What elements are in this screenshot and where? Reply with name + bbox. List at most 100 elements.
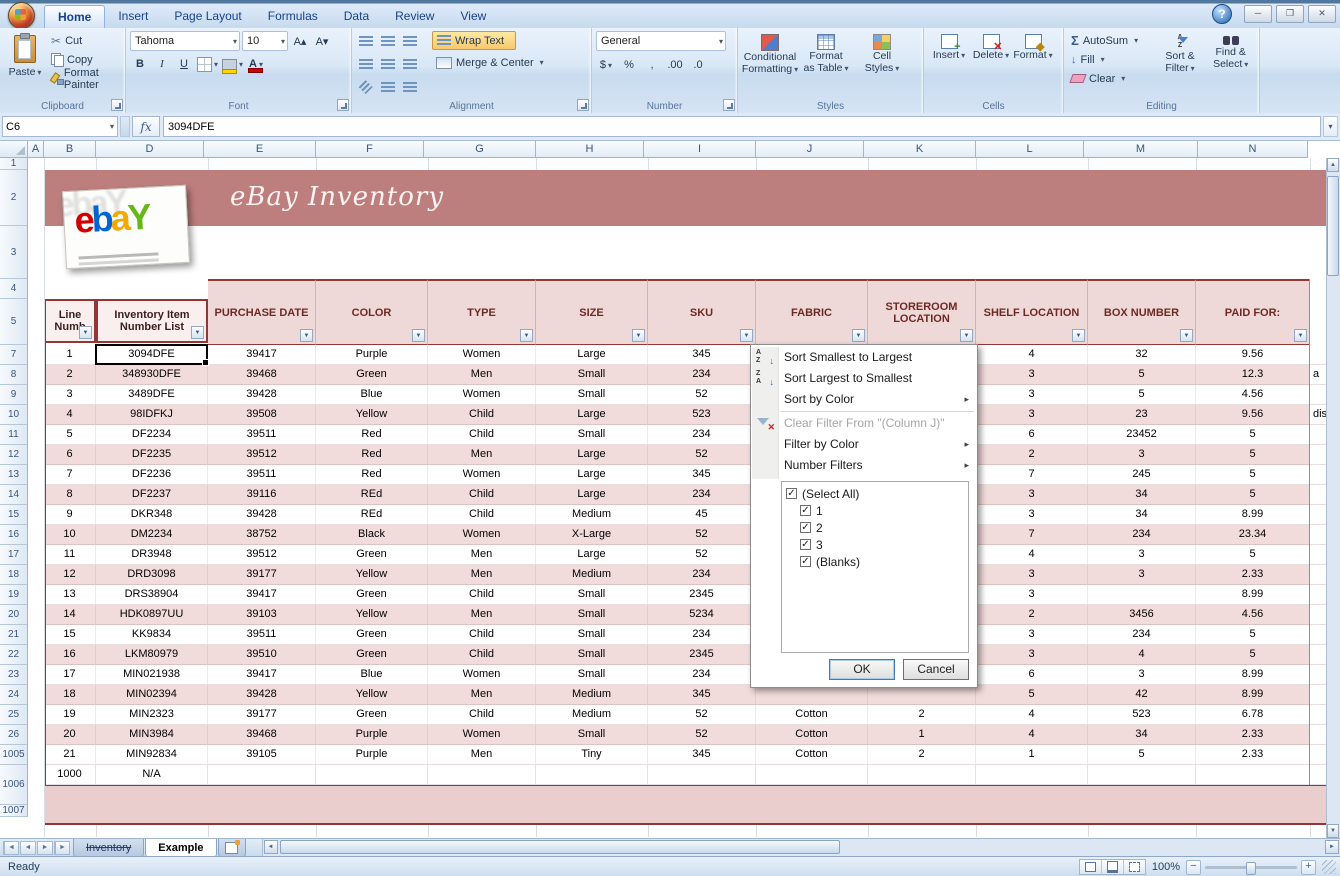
format-as-table-button[interactable]: Format as Table▾ [798,31,854,95]
cell-J23[interactable] [868,685,976,705]
cell-F26[interactable]: Men [428,745,536,765]
zoom-slider-thumb[interactable] [1246,862,1256,875]
filter-button-E[interactable]: ▼ [412,329,425,342]
cell-M15[interactable]: 23.34 [1196,525,1310,545]
cell-C24[interactable]: MIN2323 [96,705,208,725]
cell-N14[interactable] [1310,505,1327,525]
minimize-button[interactable]: ─ [1244,5,1272,23]
cell-N23[interactable] [1310,685,1327,705]
filter-button-J[interactable]: ▼ [960,329,973,342]
cell-D19[interactable]: 39103 [208,605,316,625]
cell-L7[interactable]: 5 [1088,365,1196,385]
cell-F11[interactable]: Men [428,445,536,465]
row-header-13[interactable]: 13 [0,465,28,485]
cell-M17[interactable]: 2.33 [1196,565,1310,585]
cell-E16[interactable]: Green [316,545,428,565]
cell-G21[interactable]: Small [536,645,648,665]
cell-L18[interactable] [1088,585,1196,605]
cell-N17[interactable] [1310,565,1327,585]
row-header-16[interactable]: 16 [0,525,28,545]
sheet-tab-inventory[interactable]: Inventory [73,839,144,857]
increase-indent-button[interactable] [400,77,420,97]
column-header-J[interactable]: J [756,141,864,158]
cell-L19[interactable]: 3456 [1088,605,1196,625]
cell-H22[interactable]: 234 [648,665,756,685]
menu-item-clear-filter-from-column-j[interactable]: ✕Clear Filter From "(Column J)" [752,413,976,434]
row-header-20[interactable]: 20 [0,605,28,625]
cell-L11[interactable]: 3 [1088,445,1196,465]
cell-H6[interactable]: 345 [648,345,756,365]
row-header-4[interactable]: 4 [0,279,28,299]
cell-N24[interactable] [1310,705,1327,725]
row-header-15[interactable]: 15 [0,505,28,525]
cell-G7[interactable]: Small [536,365,648,385]
find-select-button[interactable]: Find & Select▾ [1206,31,1255,95]
fill-button[interactable]: ↓Fill▾ [1068,50,1154,69]
cell-I23[interactable] [756,685,868,705]
row-header-3[interactable]: 3 [0,226,28,279]
row-header-17[interactable]: 17 [0,545,28,565]
cell-H26[interactable]: 345 [648,745,756,765]
sheet-nav-last-button[interactable]: ► [54,841,70,855]
cell-N21[interactable] [1310,645,1327,665]
cell-N15[interactable] [1310,525,1327,545]
row-header-1[interactable]: 1 [0,158,28,170]
cell-B9[interactable]: 4 [44,405,96,425]
view-normal-button[interactable] [1080,860,1102,874]
cell-I26[interactable]: Cotton [756,745,868,765]
cell-M18[interactable]: 8.99 [1196,585,1310,605]
cell-C20[interactable]: KK9834 [96,625,208,645]
filter-value-3[interactable]: ✓3 [800,536,964,553]
filter-cancel-button[interactable]: Cancel [903,659,969,680]
filter-button-B[interactable]: ▼ [79,326,92,339]
fill-color-button[interactable]: ▾ [221,54,244,74]
vertical-scroll-thumb[interactable] [1327,176,1339,276]
merge-center-button[interactable]: Merge & Center▾ [432,53,548,72]
cell-H12[interactable]: 345 [648,465,756,485]
column-header-D[interactable]: D [96,141,204,158]
cell-F16[interactable]: Men [428,545,536,565]
cell-B20[interactable]: 15 [44,625,96,645]
cell-K9[interactable]: 3 [976,405,1088,425]
cell-C13[interactable]: DF2237 [96,485,208,505]
cell-G23[interactable]: Medium [536,685,648,705]
cell-C8[interactable]: 3489DFE [96,385,208,405]
number-format-select[interactable]: General▾ [596,31,726,51]
resize-grip[interactable] [1322,860,1336,874]
cell-M25[interactable]: 2.33 [1196,725,1310,745]
cell-D17[interactable]: 39177 [208,565,316,585]
cell-D6[interactable]: 39417 [208,345,316,365]
align-center-button[interactable] [378,54,398,74]
header-D[interactable]: PURCHASE DATE▼ [208,279,316,345]
cell-G10[interactable]: Small [536,425,648,445]
cell-H10[interactable]: 234 [648,425,756,445]
column-header-A[interactable]: A [28,141,44,158]
cell-H16[interactable]: 52 [648,545,756,565]
cell-L17[interactable]: 3 [1088,565,1196,585]
cell-N19[interactable] [1310,605,1327,625]
filter-button-L[interactable]: ▼ [1180,329,1193,342]
cell-F7[interactable]: Men [428,365,536,385]
cell-N13[interactable] [1310,485,1327,505]
cell-E18[interactable]: Green [316,585,428,605]
cell-H9[interactable]: 523 [648,405,756,425]
cell-N7[interactable]: a [1310,365,1327,385]
cell-F19[interactable]: Men [428,605,536,625]
cell-C12[interactable]: DF2236 [96,465,208,485]
cell-styles-button[interactable]: Cell Styles▾ [854,31,910,95]
format-cells-button[interactable]: ◆ Format▾ [1012,31,1054,95]
cell-B18[interactable]: 13 [44,585,96,605]
align-top-button[interactable] [356,31,376,51]
cell-L26[interactable]: 5 [1088,745,1196,765]
row-header-22[interactable]: 22 [0,645,28,665]
cell-L22[interactable]: 3 [1088,665,1196,685]
cell-M7[interactable]: 12.3 [1196,365,1310,385]
header-G[interactable]: SIZE▼ [536,279,648,345]
cell-B7[interactable]: 2 [44,365,96,385]
cell-J25[interactable]: 1 [868,725,976,745]
cell-D22[interactable]: 39417 [208,665,316,685]
cell-E12[interactable]: Red [316,465,428,485]
cell-N16[interactable] [1310,545,1327,565]
cell-M26[interactable]: 2.33 [1196,745,1310,765]
scroll-right-button[interactable]: ► [1325,840,1339,854]
